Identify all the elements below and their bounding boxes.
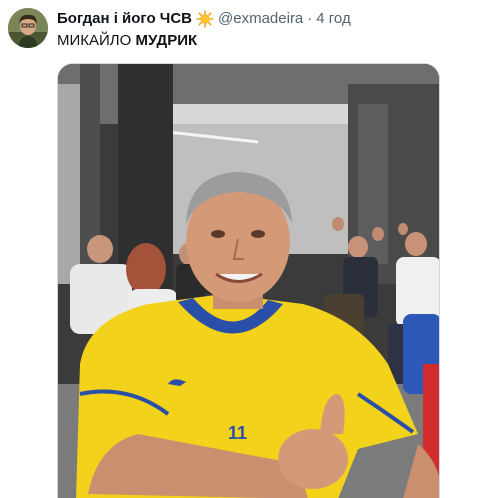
photo-content: 11 (58, 64, 439, 498)
avatar-image (8, 8, 48, 48)
tweet-text: МИКАЙЛО МУДРИК (57, 31, 197, 51)
author-display-name[interactable]: Богдан і його ЧСВ (57, 9, 192, 29)
separator-dot: · (307, 10, 313, 27)
jersey-number: 11 (228, 423, 247, 443)
tweet-timestamp[interactable]: 4 год (316, 9, 350, 29)
avatar[interactable] (8, 8, 48, 48)
tweet-text-part1: МИКАЙЛО (57, 32, 136, 49)
tweet[interactable]: Богдан і його ЧСВ @exmadeira · 4 год МИК… (0, 0, 491, 498)
tweet-photo[interactable]: 11 (57, 63, 440, 498)
sun-emoji-icon (196, 10, 214, 28)
tweet-text-bold: МУДРИК (135, 32, 198, 49)
tweet-header: Богдан і його ЧСВ @exmadeira · 4 год (57, 9, 351, 29)
author-handle[interactable]: @exmadeira (218, 9, 303, 29)
